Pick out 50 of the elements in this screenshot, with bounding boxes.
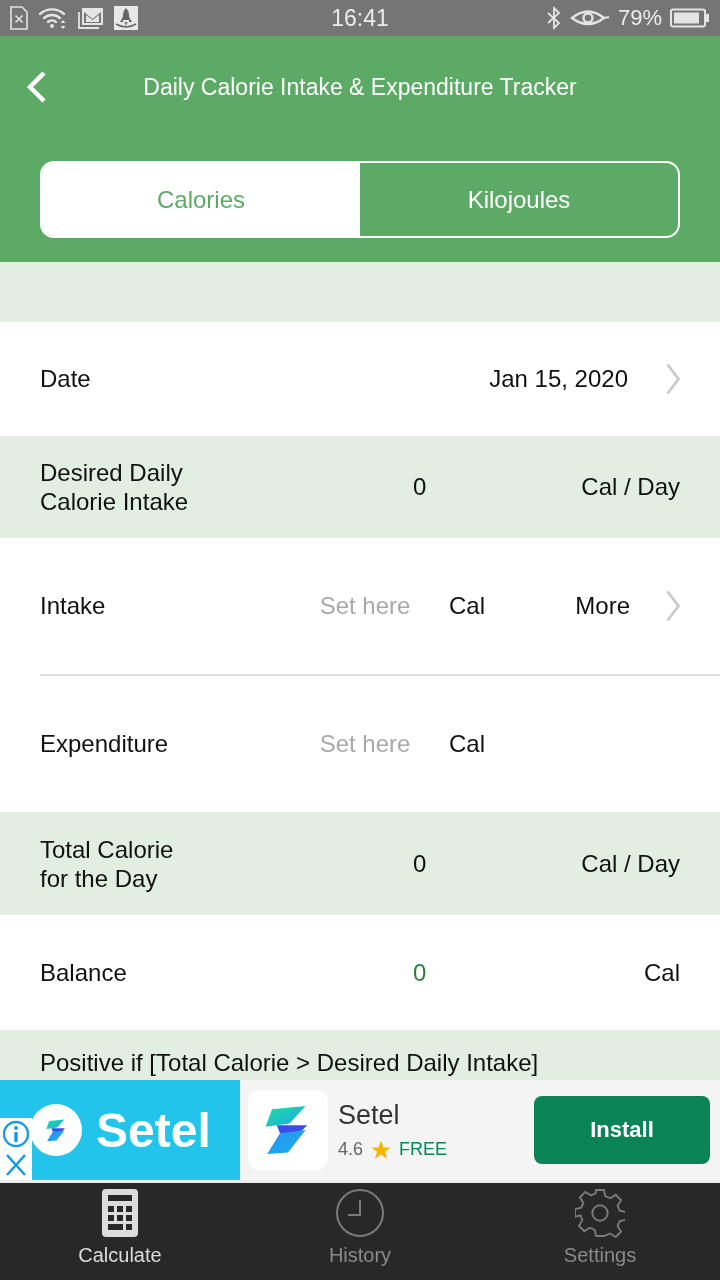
sim-card-icon xyxy=(10,6,28,30)
balance-value: 0 xyxy=(413,958,428,987)
nav-tab[interactable]: History xyxy=(240,1183,480,1280)
unit-label: Cal xyxy=(644,958,680,987)
balance-note: Positive if [Total Calorie > Desired Daily Intake] xyxy=(0,1030,720,1080)
unit-label: Cal xyxy=(449,592,485,620)
info-icon[interactable] xyxy=(0,1118,32,1150)
banner-brand-text: Setel xyxy=(96,1102,211,1158)
bolt-logo-icon xyxy=(30,1104,82,1156)
mail-icon xyxy=(78,7,104,29)
nav-tab[interactable]: Calculate xyxy=(0,1183,240,1280)
unit-tab[interactable]: Kilojoules xyxy=(360,163,678,236)
row-label: Date xyxy=(40,365,91,393)
wifi-icon xyxy=(38,6,68,30)
battery-percent: 79% xyxy=(617,5,662,31)
nav-tab[interactable]: Settings xyxy=(480,1183,720,1280)
row-label: Intake xyxy=(40,592,107,620)
install-button[interactable]: Install xyxy=(534,1096,710,1164)
row-label: Total Calorie for the Day xyxy=(40,834,175,893)
battery-icon xyxy=(670,8,710,28)
app-rating: 4.6 xyxy=(338,1139,364,1160)
calorie-value: 0 xyxy=(413,849,428,878)
row-label: Balance xyxy=(40,958,128,987)
ad-app-name: Setel xyxy=(338,1100,401,1131)
calorie-input-field[interactable]: Set here xyxy=(305,588,425,624)
star-icon xyxy=(371,1139,392,1160)
row-label: Expenditure xyxy=(40,730,170,758)
settings-icon xyxy=(575,1188,625,1238)
calorie-input-field[interactable]: Set here xyxy=(305,726,425,762)
calculator-icon xyxy=(101,1188,139,1238)
chevron-right-icon[interactable] xyxy=(666,590,680,622)
status-time: 16:41 xyxy=(331,4,389,32)
unit-label: Cal xyxy=(449,730,485,758)
eye-icon xyxy=(569,8,610,28)
chevron-right-icon[interactable] xyxy=(666,363,680,395)
bluetooth-icon xyxy=(545,6,562,30)
back-button[interactable] xyxy=(26,70,48,104)
unit-tab[interactable]: Calories xyxy=(42,163,360,236)
close-icon[interactable] xyxy=(0,1150,32,1180)
more-button[interactable]: More xyxy=(575,592,630,620)
screen-title: Daily Calorie Intake & Expenditure Tracker xyxy=(142,73,578,101)
app-price: FREE xyxy=(399,1139,448,1160)
unit-label: Cal / Day xyxy=(581,473,680,501)
date-value: Jan 15, 2020 xyxy=(489,365,628,393)
clock-icon xyxy=(335,1188,385,1238)
unit-label: Cal / Day xyxy=(581,849,680,878)
calorie-value: 0 xyxy=(413,473,428,501)
app-logo-icon xyxy=(248,1090,328,1170)
row-label: Desired Daily Calorie Intake xyxy=(40,458,190,516)
app-notification-icon xyxy=(114,6,138,30)
